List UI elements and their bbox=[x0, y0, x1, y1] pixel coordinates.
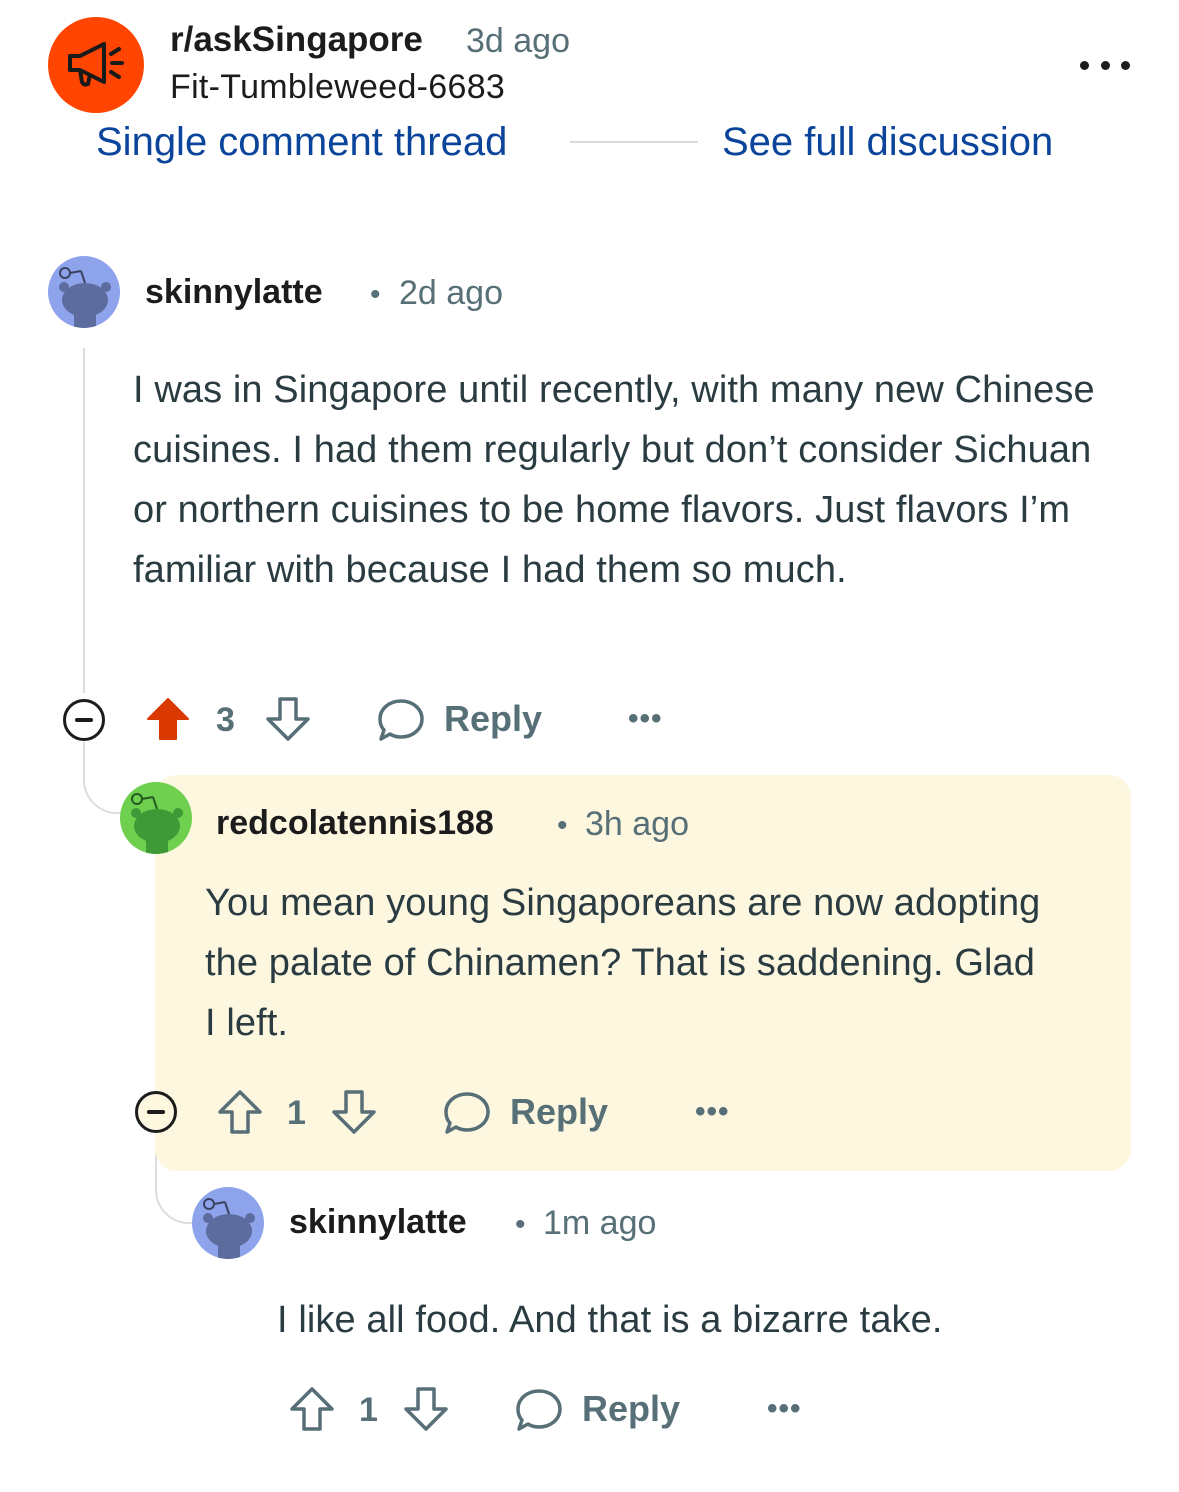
comment-time: 1m ago bbox=[543, 1204, 657, 1242]
collapse-thread-icon[interactable] bbox=[63, 699, 105, 741]
separator-dot: • bbox=[515, 1208, 526, 1241]
vote-score: 1 bbox=[359, 1391, 378, 1429]
megaphone-icon bbox=[68, 42, 124, 87]
thread-line-1[interactable] bbox=[83, 348, 85, 693]
thread-divider bbox=[570, 141, 698, 143]
reply-bubble-icon[interactable] bbox=[377, 697, 425, 743]
comment-username[interactable]: skinnylatte bbox=[145, 273, 323, 312]
downvote-icon[interactable] bbox=[403, 1386, 449, 1432]
comment-more-options-icon[interactable]: ••• bbox=[695, 1095, 730, 1129]
reply-button[interactable]: Reply bbox=[582, 1388, 680, 1430]
user-avatar[interactable] bbox=[48, 256, 120, 328]
separator-dot: • bbox=[557, 809, 568, 842]
separator-dot: • bbox=[370, 278, 381, 311]
single-comment-thread-link[interactable]: Single comment thread bbox=[96, 120, 507, 164]
upvote-filled-icon[interactable] bbox=[145, 696, 191, 742]
upvote-icon[interactable] bbox=[289, 1386, 335, 1432]
downvote-icon[interactable] bbox=[265, 696, 311, 742]
vote-score: 3 bbox=[216, 701, 235, 739]
collapse-thread-icon[interactable] bbox=[135, 1091, 177, 1133]
comment-body: I like all food. And that is a bizarre t… bbox=[277, 1299, 943, 1341]
comment-username[interactable]: skinnylatte bbox=[289, 1203, 467, 1242]
thread-navigation: Single comment thread See full discussio… bbox=[0, 106, 1179, 164]
snoo-avatar-icon bbox=[120, 782, 192, 854]
comment-time: 3h ago bbox=[585, 805, 689, 843]
comment-username[interactable]: redcolatennis188 bbox=[216, 804, 494, 843]
comment-body: I was in Singapore until recently, with … bbox=[133, 369, 1095, 591]
post-author[interactable]: Fit-Tumbleweed-6683 bbox=[170, 68, 505, 107]
see-full-discussion-link[interactable]: See full discussion bbox=[722, 120, 1053, 164]
user-avatar[interactable] bbox=[192, 1187, 264, 1259]
comment-body: You mean young Singaporeans are now adop… bbox=[205, 882, 1041, 1044]
comment-more-options-icon[interactable]: ••• bbox=[628, 702, 663, 736]
post-more-options-icon[interactable] bbox=[1080, 50, 1130, 80]
comment-time: 2d ago bbox=[399, 274, 503, 312]
snoo-avatar-icon bbox=[48, 256, 120, 328]
reply-button[interactable]: Reply bbox=[444, 698, 542, 740]
reply-button[interactable]: Reply bbox=[510, 1091, 608, 1133]
vote-score: 1 bbox=[287, 1094, 306, 1132]
snoo-avatar-icon bbox=[192, 1187, 264, 1259]
subreddit-avatar[interactable] bbox=[48, 17, 144, 113]
subreddit-name[interactable]: r/askSingapore bbox=[170, 20, 423, 60]
reply-bubble-icon[interactable] bbox=[443, 1090, 491, 1136]
post-time: 3d ago bbox=[466, 22, 570, 60]
user-avatar[interactable] bbox=[120, 782, 192, 854]
comment-more-options-icon[interactable]: ••• bbox=[767, 1392, 802, 1426]
reply-bubble-icon[interactable] bbox=[515, 1387, 563, 1433]
upvote-icon[interactable] bbox=[217, 1089, 263, 1135]
downvote-icon[interactable] bbox=[331, 1089, 377, 1135]
